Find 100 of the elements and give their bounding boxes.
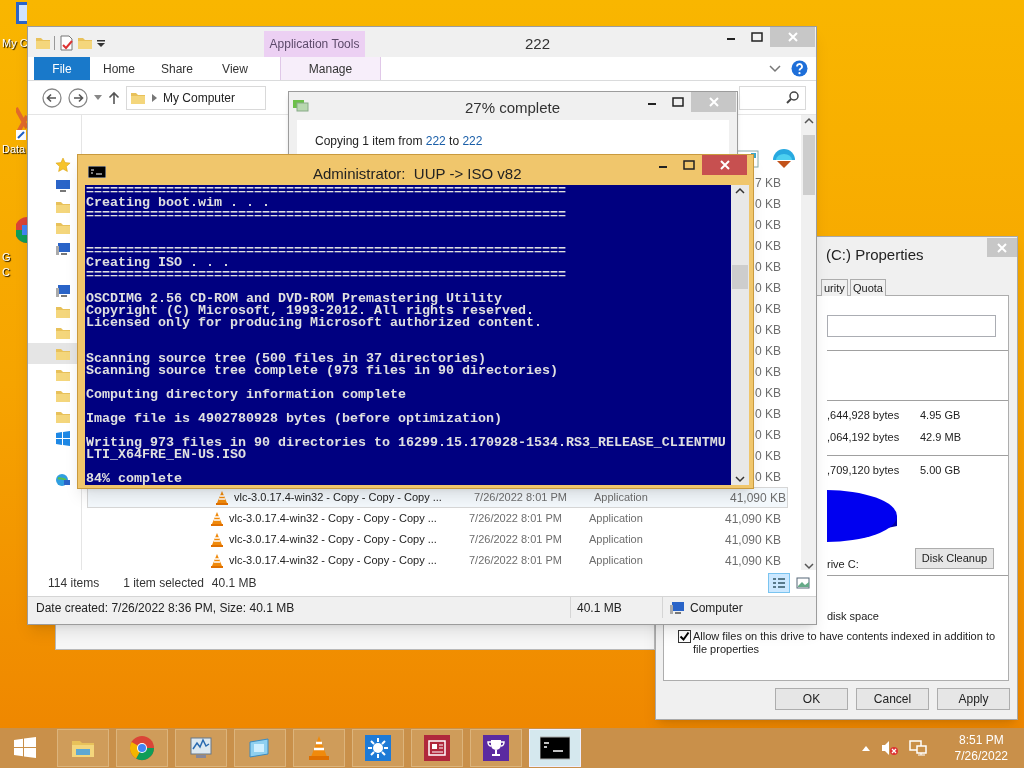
checkbox[interactable]: [678, 630, 691, 643]
properties-icon[interactable]: [58, 35, 74, 51]
file-type: Application: [589, 511, 644, 527]
cone-icon: [209, 531, 225, 548]
file-size: 0 KB: [755, 237, 781, 255]
properties-tab[interactable]: urity: [821, 279, 848, 296]
forward-icon[interactable]: [68, 87, 88, 108]
address-bar[interactable]: My Computer: [126, 85, 266, 110]
breadcrumb[interactable]: My Computer: [163, 88, 236, 107]
maximize-icon[interactable]: [683, 160, 695, 170]
taskbar-button[interactable]: [470, 729, 522, 767]
file-row[interactable]: vlc-3.0.17.4-win32 - Copy - Copy - Copy ... 7/26/2022 8:01 PM Application 41,090 KB: [82, 529, 788, 550]
drive-name-field[interactable]: [827, 315, 996, 337]
file-size: 0 KB: [755, 195, 781, 213]
selection-size: 40.1 MB: [211, 575, 257, 592]
file-row[interactable]: vlc-3.0.17.4-win32 - Copy - Copy - Copy ... 7/26/2022 8:01 PM Application 41,090 KB: [87, 487, 788, 508]
file-size: 41,090 KB: [724, 531, 781, 549]
copy-icon: [292, 97, 310, 113]
scroll-down-icon[interactable]: [803, 562, 814, 570]
maximize-icon[interactable]: [672, 97, 684, 107]
scroll-thumb[interactable]: [802, 135, 815, 195]
window-title: 222: [525, 34, 551, 54]
newspaper-icon: [424, 735, 450, 761]
windows-logo-icon: [12, 735, 38, 761]
breadcrumb-arrow-icon[interactable]: [152, 93, 157, 102]
console-line: ============================================================: [86, 185, 567, 197]
capacity-size: 5.00 GB: [920, 463, 961, 478]
speaker-muted-icon[interactable]: [880, 740, 899, 756]
ribbon-tab[interactable]: File: [34, 57, 90, 80]
window-title: Administrator: UUP -> ISO v82: [313, 164, 522, 184]
file-size: 0 KB: [755, 258, 781, 276]
ribbon-tab[interactable]: Share: [148, 57, 206, 80]
console-icon: [88, 166, 106, 178]
shortcut-icon[interactable]: [16, 106, 27, 142]
ribbon-tab[interactable]: Home: [90, 57, 148, 80]
up-icon[interactable]: [108, 90, 120, 105]
help-icon[interactable]: [791, 60, 808, 77]
copy-status-text: Copying 1 item from 222 to 222: [315, 133, 484, 150]
search-field[interactable]: [739, 85, 806, 110]
file-date: 7/26/2022 8:01 PM: [469, 553, 563, 569]
file-date: 7/26/2022 8:01 PM: [469, 511, 563, 527]
source-link[interactable]: 222: [425, 134, 446, 148]
customize-icon[interactable]: [96, 38, 106, 48]
close-button[interactable]: [702, 155, 747, 175]
console-line: OSCDIMG 2.56 CD-ROM and DVD-ROM Premastering Utility: [86, 293, 502, 305]
clock-date: 7/26/2022: [954, 748, 1008, 764]
browser-icon: [129, 735, 155, 761]
dropdown-icon[interactable]: [94, 94, 102, 101]
windows-icon[interactable]: [55, 429, 71, 446]
disk-cleanup-button[interactable]: Disk Cleanup: [915, 548, 994, 569]
network-icon[interactable]: [908, 740, 927, 756]
close-icon[interactable]: [719, 160, 730, 170]
file-name: vlc-3.0.17.4-win32 - Copy - Copy - Copy ...: [229, 511, 438, 527]
cone-icon: [306, 735, 332, 761]
scrollbar[interactable]: [731, 185, 749, 485]
dialog-button[interactable]: Cancel: [856, 688, 929, 710]
file-name: vlc-3.0.17.4-win32 - Copy - Copy - Copy ...: [229, 532, 438, 548]
star-icon[interactable]: [55, 156, 71, 173]
show-hidden-icons-icon[interactable]: [860, 744, 871, 752]
scrollbar[interactable]: [801, 115, 816, 570]
expand-ribbon-icon[interactable]: [769, 64, 781, 73]
drive-label: rive C:: [827, 557, 859, 572]
file-size: 0 KB: [755, 447, 781, 465]
console-line: Licensed only for producing Microsoft authorized content.: [86, 317, 543, 329]
folder-icon: [35, 35, 51, 51]
file-type: Application: [589, 553, 644, 569]
scroll-down-icon[interactable]: [735, 473, 745, 485]
file-row[interactable]: vlc-3.0.17.4-win32 - Copy - Copy - Copy ... 7/26/2022 8:01 PM Application 41,090 KB: [82, 550, 788, 571]
file-size: 7 KB: [755, 174, 781, 192]
computer-icon[interactable]: [55, 282, 71, 299]
checkbox-label: Allow files on this drive to have contents indexed in addition to file properties: [693, 630, 997, 656]
scroll-up-icon[interactable]: [803, 117, 814, 125]
file-name: vlc-3.0.17.4-win32 - Copy - Copy - Copy ...: [229, 553, 438, 569]
capacity-bytes: ,644,928 bytes: [827, 408, 900, 423]
network-icon[interactable]: [55, 471, 71, 488]
file-size: 0 KB: [755, 405, 781, 423]
file-row[interactable]: vlc-3.0.17.4-win32 - Copy - Copy - Copy ... 7/26/2022 8:01 PM Application 41,090 KB: [82, 508, 788, 529]
chart-icon: [188, 735, 214, 761]
cone-icon: [214, 489, 230, 506]
dialog-button[interactable]: Apply: [937, 688, 1010, 710]
console-line: LTI_X64FRE_EN-US.ISO: [86, 449, 247, 461]
computer-icon: [669, 599, 685, 616]
file-size: 41,090 KB: [724, 510, 781, 528]
ribbon-tab[interactable]: Manage: [280, 57, 381, 80]
monitor-icon[interactable]: [55, 177, 71, 194]
maximize-icon[interactable]: [751, 32, 763, 42]
ribbon-tab[interactable]: View: [206, 57, 264, 80]
dialog-button[interactable]: OK: [775, 688, 848, 710]
back-icon[interactable]: [42, 87, 62, 108]
console-line: Creating boot.wim . . .: [86, 197, 271, 209]
console-line: Scanning source tree complete (973 files in 90 directories): [86, 365, 559, 377]
file-type: Application: [594, 490, 649, 506]
file-size-summary: 40.1 MB: [570, 597, 662, 618]
computer-icon[interactable]: [55, 240, 71, 257]
properties-tab[interactable]: Quota: [850, 279, 886, 296]
file-details: Date created: 7/26/2022 8:36 PM, Size: 40.1 MB: [35, 599, 296, 617]
destination-link[interactable]: 222: [462, 134, 483, 148]
console-line: Scanning source tree (500 files in 37 directories): [86, 353, 486, 365]
item-count: 114 items: [48, 575, 100, 592]
scroll-thumb[interactable]: [732, 265, 748, 289]
